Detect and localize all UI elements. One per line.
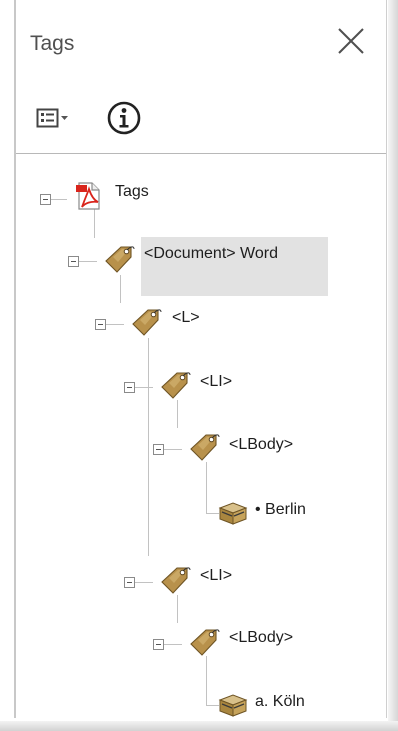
content-container-icon (218, 502, 248, 525)
tree-node-content-koeln[interactable]: a. Köln (255, 693, 305, 711)
collapse-toggle[interactable] (124, 382, 135, 393)
toolbar-divider (16, 153, 386, 154)
pdf-document-icon (76, 182, 100, 210)
collapse-toggle[interactable] (40, 194, 51, 205)
close-icon[interactable] (336, 26, 366, 56)
tree-connector (206, 656, 207, 706)
window-shadow-bottom (0, 721, 398, 731)
collapse-toggle[interactable] (153, 444, 164, 455)
tree-node-list-body[interactable]: <LBody> (229, 629, 293, 647)
tree-connector (177, 400, 178, 428)
tree-connector (148, 338, 149, 556)
collapse-toggle[interactable] (153, 639, 164, 650)
tag-icon (190, 434, 220, 461)
tree-node-content-berlin[interactable]: • Berlin (255, 501, 306, 519)
tree-connector (51, 199, 67, 200)
tag-icon (161, 567, 191, 594)
tag-icon (161, 372, 191, 399)
tree-node-list-item[interactable]: <LI> (200, 373, 232, 391)
tree-connector (79, 261, 97, 262)
tree-node-list-body[interactable]: <LBody> (229, 436, 293, 454)
info-icon[interactable] (106, 100, 142, 136)
tree-node-list-item[interactable]: <LI> (200, 567, 232, 585)
content-container-icon (218, 694, 248, 717)
window-shadow-right (388, 0, 398, 731)
panel-title: Tags (30, 32, 75, 55)
tree-node-document[interactable]: <Document> Word (144, 245, 278, 263)
tree-connector (177, 595, 178, 623)
tree-connector (164, 644, 182, 645)
tree-connector (120, 275, 121, 303)
tree-node-tags[interactable]: Tags (115, 183, 149, 201)
collapse-toggle[interactable] (68, 256, 79, 267)
tag-icon (105, 246, 135, 273)
collapse-toggle[interactable] (95, 319, 106, 330)
collapse-toggle[interactable] (124, 577, 135, 588)
tree-node-list[interactable]: <L> (172, 309, 200, 327)
tree-connector (106, 324, 124, 325)
options-menu-icon[interactable] (36, 104, 102, 132)
tree-connector (135, 582, 153, 583)
tree-connector (206, 462, 207, 514)
tag-icon (190, 629, 220, 656)
tree-connector (135, 387, 153, 388)
tree-connector (164, 449, 182, 450)
tag-icon (132, 309, 162, 336)
